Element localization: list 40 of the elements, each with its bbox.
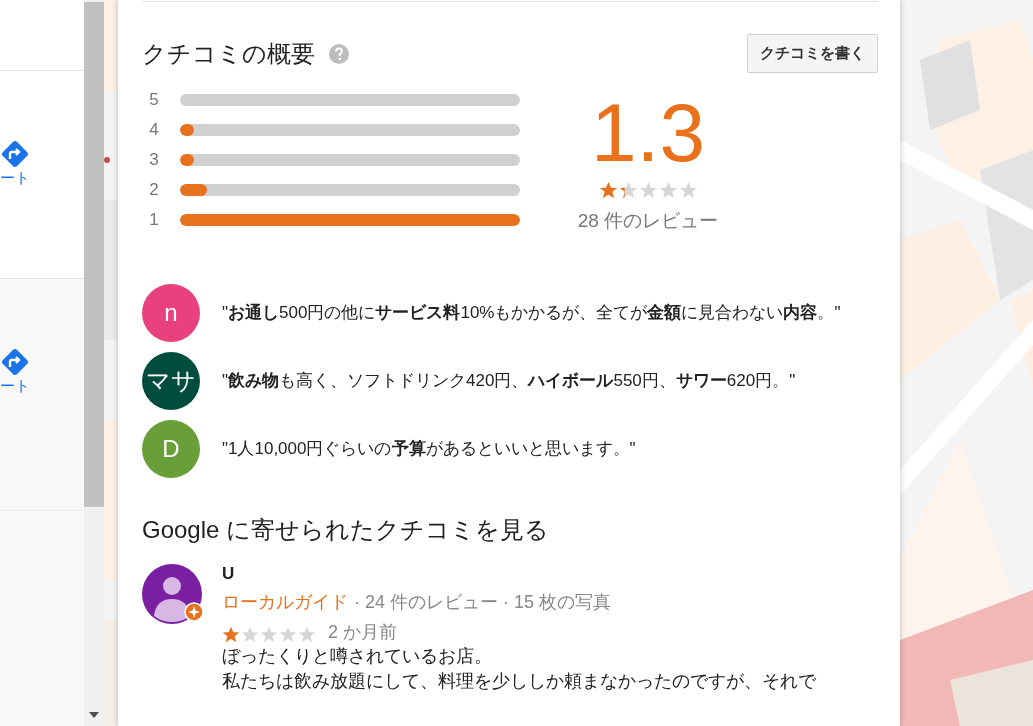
star-icon [618, 181, 638, 200]
route-link[interactable]: ート [0, 377, 30, 396]
scrollbar[interactable] [84, 0, 104, 726]
avatar: n [142, 284, 200, 342]
star-level-label: 2 [148, 181, 160, 199]
star-icon [678, 181, 698, 200]
star-icon [638, 181, 658, 200]
route-link[interactable]: ート [0, 169, 30, 188]
local-guide-link[interactable]: ローカルガイド [222, 590, 348, 614]
star-level-label: 5 [148, 91, 160, 109]
write-review-button[interactable]: クチコミを書く [747, 34, 878, 73]
avatar: D [142, 420, 200, 478]
star-icon [241, 626, 259, 644]
review-quote: "1人10,000円ぐらいの予算があるといいと思います。" [222, 438, 637, 460]
reviewer-name: U [222, 564, 236, 584]
review-text: ぼったくりと噂されているお店。 [222, 645, 493, 668]
avatar: マサ [142, 352, 200, 410]
reviewer-stats: · 24 件のレビュー · 15 枚の写真 [354, 591, 612, 614]
star-level-label: 1 [148, 211, 160, 229]
scrollbar-thumb[interactable] [84, 2, 104, 507]
star-icon [222, 626, 240, 644]
review-quote: "飲み物も高く、ソフトドリンク420円、ハイボール550円、サワー620円。" [222, 370, 797, 392]
star-icon [658, 181, 678, 200]
star-icon [598, 181, 618, 200]
review-text: 私たちは飲み放題にして、料理を少ししか頼まなかったのですが、それで [222, 670, 816, 693]
scroll-down-icon[interactable] [89, 712, 99, 718]
section-title: クチコミの概要 [142, 38, 315, 69]
review-quote: "お通し500円の他にサービス料10%もかかるが、全てが金額に見合わない内容。" [222, 302, 842, 324]
star-level-label: 3 [148, 151, 160, 169]
help-icon[interactable] [329, 43, 349, 64]
star-level-label: 4 [148, 121, 160, 139]
star-icon [279, 626, 297, 644]
star-icon [298, 626, 316, 644]
section-title: Google に寄せられたクチコミを見る [142, 515, 551, 545]
review-count: 28 件のレビュー [577, 209, 719, 233]
avatar [142, 564, 202, 624]
guide-badge-icon [184, 602, 204, 622]
average-rating: 1.3 [591, 91, 705, 175]
review-time: 2 か月前 [328, 621, 397, 644]
star-icon [260, 626, 278, 644]
